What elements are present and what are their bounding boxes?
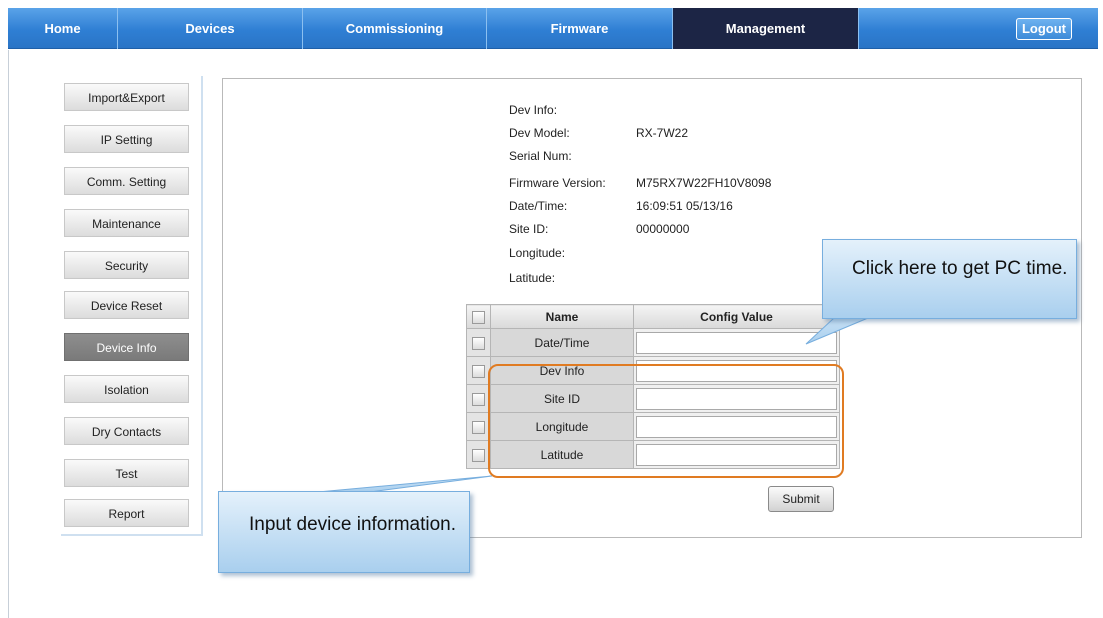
device-info-callout: Input device information. xyxy=(218,491,470,573)
pc-time-callout-pointer xyxy=(805,317,869,345)
pc-time-callout: Click here to get PC time. xyxy=(822,239,1077,319)
device-info-callout-pointer xyxy=(317,475,493,493)
